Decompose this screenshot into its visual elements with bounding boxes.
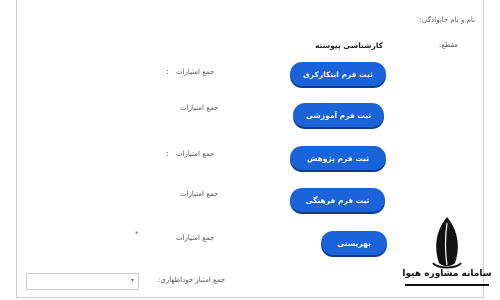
score-label-innovation: جمع امتیازات bbox=[176, 68, 215, 76]
score-label-research: جمع امتیازات bbox=[176, 150, 215, 158]
score-label-education: جمع امتیازات bbox=[180, 104, 219, 112]
score-colon-innovation: : bbox=[166, 67, 169, 76]
hiva-logo: سامانه مشاوره هیوا bbox=[397, 213, 497, 299]
degree-label: مقطع: bbox=[438, 41, 458, 49]
logo-underline bbox=[405, 284, 489, 286]
logo-text: سامانه مشاوره هیوا bbox=[402, 269, 492, 279]
register-innovation-form-button[interactable]: ثبت فرم ابتکارکری bbox=[290, 62, 386, 86]
self-score-select[interactable]: ▾ bbox=[26, 273, 139, 290]
score-label-cultural: جمع امتیازات bbox=[180, 190, 219, 198]
quill-icon bbox=[432, 217, 462, 269]
score-label-update: جمع امتیازات bbox=[176, 234, 215, 242]
update-button[interactable]: بهزیستی bbox=[321, 231, 387, 255]
register-research-form-button[interactable]: ثبت فرم پژوهش bbox=[290, 146, 386, 170]
degree-value: کارشناسی پیوسته bbox=[315, 41, 383, 50]
register-education-form-button[interactable]: ثبت فرم آموزشی bbox=[293, 103, 384, 127]
name-label: نام و نام خانوادگی: bbox=[419, 16, 476, 24]
register-cultural-form-button[interactable]: ثبت فرم فرهنگی bbox=[290, 188, 385, 212]
score-colon-research: : bbox=[166, 149, 169, 158]
self-score-label: جمع امتیاز خوداظهاری: bbox=[158, 276, 226, 284]
required-mark: * bbox=[135, 230, 139, 238]
chevron-down-icon: ▾ bbox=[130, 277, 134, 284]
